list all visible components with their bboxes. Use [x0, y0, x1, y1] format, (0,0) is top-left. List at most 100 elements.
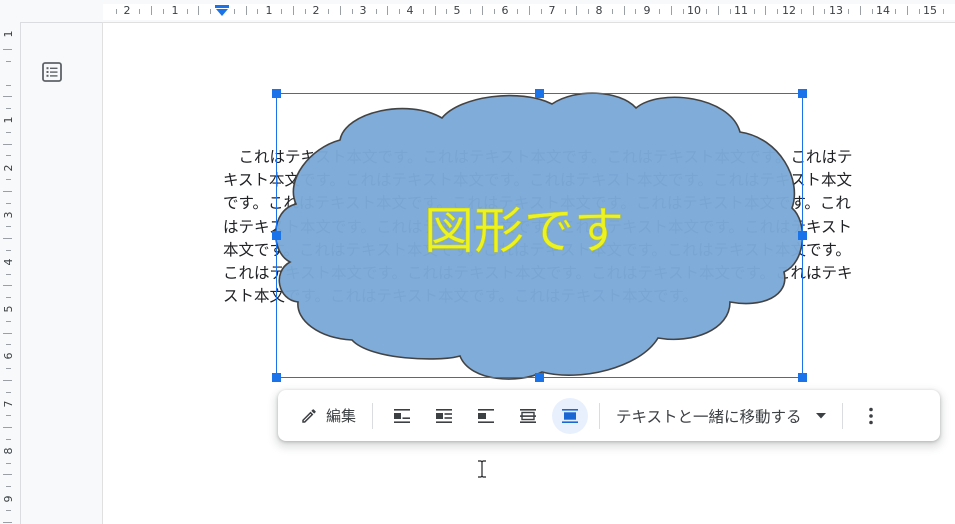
ruler-tick [3, 49, 12, 51]
position-dropdown-label: テキストと一緒に移動する [616, 407, 802, 426]
ruler-tick [6, 60, 11, 62]
break-text-button[interactable] [468, 398, 504, 434]
left-ruler-label: 9 [2, 495, 15, 503]
ruler-tick [210, 9, 212, 14]
ruler-tick [3, 285, 12, 287]
ruler-tick [576, 6, 578, 15]
ruler-tick [3, 96, 12, 98]
left-ruler-label: 6 [2, 352, 15, 360]
ruler-tick [942, 9, 944, 14]
toolbar-divider [372, 402, 374, 429]
ruler-tick [564, 9, 566, 14]
ruler-tick [470, 9, 472, 14]
left-ruler-label: 1 [2, 116, 15, 124]
top-ruler-label: 8 [595, 4, 603, 17]
ruler-tick [529, 6, 531, 15]
ruler-tick [800, 9, 802, 14]
ruler-tick [812, 6, 814, 15]
first-line-indent-handle[interactable] [215, 5, 229, 17]
top-ruler-label: 5 [453, 4, 461, 17]
edit-label: 編集 [326, 407, 357, 425]
left-ruler[interactable]: 1 1 2 3 4 5 6 7 8 9 [0, 22, 21, 524]
top-ruler-label: 2 [312, 4, 320, 17]
ruler-tick [682, 9, 684, 14]
top-ruler-label: 11 [734, 4, 748, 17]
top-ruler[interactable]: 2 1 1 2 3 4 5 6 7 8 9 10 11 12 13 14 15 [0, 0, 955, 23]
ruler-tick [245, 6, 247, 15]
document-outline-button[interactable] [38, 58, 66, 86]
ruler-tick [635, 9, 637, 14]
top-ruler-label: 15 [923, 4, 937, 17]
ruler-tick [399, 9, 401, 14]
ruler-tick [6, 368, 11, 370]
ruler-tick [6, 84, 11, 86]
ruler-tick [517, 9, 519, 14]
ruler-tick [351, 9, 353, 14]
ruler-tick [765, 6, 767, 15]
break-text-icon [478, 408, 495, 423]
left-ruler-label: 3 [2, 211, 15, 219]
position-dropdown[interactable]: テキストと一緒に移動する [608, 398, 834, 434]
ruler-tick [6, 273, 11, 275]
ruler-tick [328, 9, 330, 14]
ruler-tick [6, 155, 11, 157]
ruler-tick [257, 9, 259, 14]
ruler-tick [895, 9, 897, 14]
ruler-tick [233, 9, 235, 14]
ruler-tick [824, 9, 826, 14]
ruler-tick [871, 9, 873, 14]
ruler-tick [848, 9, 850, 14]
ruler-tick [198, 6, 200, 15]
ruler-tick [6, 179, 11, 181]
ruler-tick [481, 6, 483, 15]
ruler-tick [375, 9, 377, 14]
ruler-tick [340, 6, 342, 15]
ruler-tick [3, 190, 12, 192]
ruler-tick [281, 9, 283, 14]
ruler-tick [304, 9, 306, 14]
top-ruler-label: 4 [406, 4, 414, 17]
behind-text-icon [520, 408, 537, 423]
edit-shape-button[interactable]: 編集 [292, 398, 364, 434]
ruler-tick [6, 438, 11, 440]
more-vertical-icon [868, 407, 873, 424]
ruler-tick [859, 6, 861, 15]
ruler-tick [6, 108, 11, 110]
top-ruler-label: 7 [548, 4, 556, 17]
ruler-tick [3, 521, 12, 523]
top-ruler-label: 3 [359, 4, 367, 17]
ruler-tick [6, 249, 11, 251]
ruler-tick [777, 9, 779, 14]
in-front-of-text-button[interactable] [552, 397, 589, 434]
left-ruler-label: 5 [2, 305, 15, 313]
ruler-tick [115, 9, 117, 14]
ruler-tick [6, 344, 11, 346]
ruler-tick [6, 462, 11, 464]
ruler-tick [753, 9, 755, 14]
ruler-tick [6, 226, 11, 228]
ruler-tick [387, 6, 389, 15]
ruler-tick [6, 509, 11, 511]
ruler-tick [588, 9, 590, 14]
in-front-of-text-icon [562, 408, 579, 423]
wrap-text-icon [436, 408, 453, 423]
left-ruler-label: 2 [2, 164, 15, 172]
ruler-tick [3, 332, 12, 334]
outline-list-icon [42, 62, 62, 82]
ruler-tick [659, 9, 661, 14]
ruler-tick [162, 9, 164, 14]
ruler-tick [151, 6, 153, 15]
ruler-tick [292, 6, 294, 15]
wrap-inline-button[interactable] [384, 398, 420, 434]
ruler-tick [3, 143, 12, 145]
wrap-text-button[interactable] [426, 398, 462, 434]
behind-text-button[interactable] [510, 398, 546, 434]
ruler-tick [540, 9, 542, 14]
ruler-tick [611, 9, 613, 14]
ruler-tick [3, 238, 12, 240]
more-options-button[interactable] [853, 398, 889, 434]
ruler-tick [3, 474, 12, 476]
ruler-tick [139, 9, 141, 14]
ruler-tick [6, 131, 11, 133]
left-ruler-label: 4 [2, 258, 15, 266]
